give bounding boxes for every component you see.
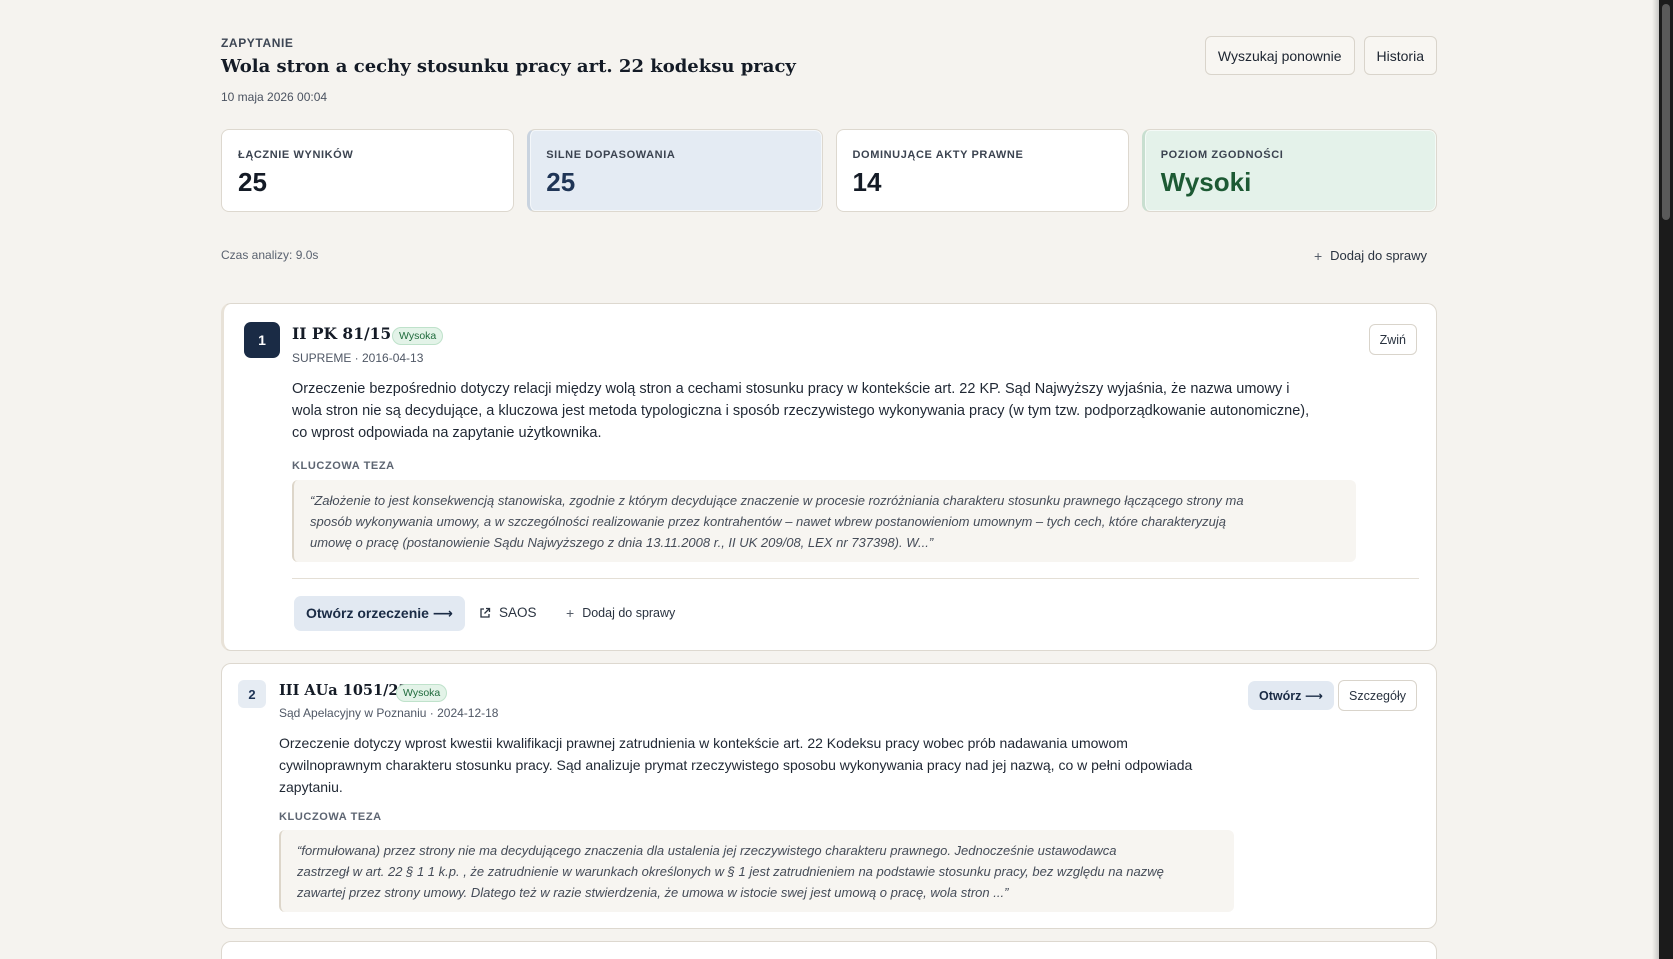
stat-dominant-acts: DOMINUJĄCE AKTY PRAWNE 14 <box>835 129 1129 212</box>
result-card <box>221 941 1437 959</box>
stat-label: DOMINUJĄCE AKTY PRAWNE <box>852 149 1024 161</box>
description-line: Orzeczenie dotyczy wprost kwestii kwalif… <box>279 735 1128 751</box>
relevance-badge: Wysoka <box>392 327 444 345</box>
card-divider <box>292 578 1419 579</box>
stat-label: SILNE DOPASOWANIA <box>546 149 676 161</box>
quote-line: “Założenie to jest konsekwencją stanowis… <box>310 493 1244 508</box>
saos-link[interactable]: SAOS <box>479 605 537 620</box>
key-thesis-quote: “Założenie to jest konsekwencją stanowis… <box>292 480 1356 562</box>
quote-line: sposób wykonywania umowy, a w szczególno… <box>310 514 1226 529</box>
add-to-case-button[interactable]: + Dodaj do sprawy <box>566 606 675 620</box>
add-to-case-label: Dodaj do sprawy <box>582 606 676 620</box>
external-link-icon <box>480 607 491 618</box>
quote-line: umowę o pracę (postanowienie Sądu Najwyż… <box>310 535 934 550</box>
query-header: ZAPYTANIE Wola stron a cechy stosunku pr… <box>221 0 1437 120</box>
search-again-button[interactable]: Wyszukaj ponownie <box>1204 36 1355 75</box>
result-description: Orzeczenie dotyczy wprost kwestii kwalif… <box>279 732 1239 798</box>
description-line: Orzeczenie bezpośrednio dotyczy relacji … <box>292 381 1290 397</box>
description-line: zapytaniu. <box>279 779 343 795</box>
description-line: wola stron nie są decydujące, a kluczowa… <box>292 403 1310 419</box>
history-button[interactable]: Historia <box>1363 36 1437 75</box>
window-edge-shadow <box>1652 0 1659 959</box>
stat-compliance-level: POZIOM ZGODNOŚCI Wysoki <box>1141 129 1437 212</box>
court-date: Sąd Apelacyjny w Poznaniu · 2024-12-18 <box>279 706 499 720</box>
plus-icon: + <box>1313 247 1323 264</box>
key-thesis-label: KLUCZOWA TEZA <box>279 811 382 823</box>
result-rank: 1 <box>244 322 280 358</box>
description-line: cywilnoprawnym charakteru stosunku pracy… <box>279 757 1193 773</box>
stat-total-results: ŁĄCZNIE WYNIKÓW 25 <box>221 129 515 212</box>
stat-label: ŁĄCZNIE WYNIKÓW <box>238 149 354 161</box>
add-to-case-button[interactable]: + Dodaj do sprawy <box>1314 248 1427 263</box>
page-title: Wola stron a cechy stosunku pracy art. 2… <box>221 56 796 77</box>
collapse-button[interactable]: Zwiń <box>1368 324 1417 355</box>
quote-line: zastrzegł w art. 22 § 1 1 k.p. , że zatr… <box>297 864 1164 879</box>
key-thesis-label: KLUCZOWA TEZA <box>292 460 395 472</box>
meta-row: Czas analizy: 9.0s + Dodaj do sprawy <box>221 248 1437 266</box>
stat-label: POZIOM ZGODNOŚCI <box>1160 149 1284 161</box>
result-description: Orzeczenie bezpośrednio dotyczy relacji … <box>292 378 1372 444</box>
header-actions: Wyszukaj ponownie Historia <box>1204 36 1437 75</box>
case-signature[interactable]: III AUa 1051/23 <box>279 682 409 699</box>
details-button[interactable]: Szczegóły <box>1338 680 1417 711</box>
stat-value: Wysoki <box>1160 167 1252 197</box>
results-page: ZAPYTANIE Wola stron a cechy stosunku pr… <box>221 0 1437 959</box>
relevance-badge: Wysoka <box>396 684 448 702</box>
quote-line: zawartej przez strony umowy. Dlatego też… <box>297 885 1009 900</box>
court-date: SUPREME · 2016-04-13 <box>292 351 424 365</box>
stats-row: ŁĄCZNIE WYNIKÓW 25 SILNE DOPASOWANIA 25 … <box>221 129 1437 212</box>
add-to-case-label: Dodaj do sprawy <box>1330 248 1427 263</box>
query-eyebrow: ZAPYTANIE <box>221 36 294 50</box>
case-signature[interactable]: II PK 81/15 <box>292 324 391 343</box>
query-date: 10 maja 2026 00:04 <box>221 90 328 104</box>
open-ruling-button[interactable]: Otwórz orzeczenie ⟶ <box>294 596 465 631</box>
stat-strong-matches: SILNE DOPASOWANIA 25 <box>527 129 823 212</box>
analysis-time: Czas analizy: 9.0s <box>221 248 319 262</box>
open-button[interactable]: Otwórz ⟶ <box>1248 681 1334 710</box>
saos-label: SAOS <box>499 605 537 620</box>
quote-line: “formułowana) przez strony nie ma decydu… <box>297 843 1117 858</box>
result-card: 2 III AUa 1051/23 Wysoka Sąd Apelacyjny … <box>221 663 1437 929</box>
scrollbar-thumb[interactable] <box>1662 4 1670 220</box>
result-card: 1 II PK 81/15 Wysoka SUPREME · 2016-04-1… <box>221 303 1437 651</box>
stat-value: 14 <box>852 167 882 197</box>
key-thesis-quote: “formułowana) przez strony nie ma decydu… <box>279 830 1234 912</box>
result-rank: 2 <box>238 680 266 708</box>
stat-value: 25 <box>546 167 576 197</box>
plus-icon: + <box>566 605 575 621</box>
description-line: co wprost odpowiada na zapytanie użytkow… <box>292 425 602 441</box>
stat-value: 25 <box>238 167 267 197</box>
